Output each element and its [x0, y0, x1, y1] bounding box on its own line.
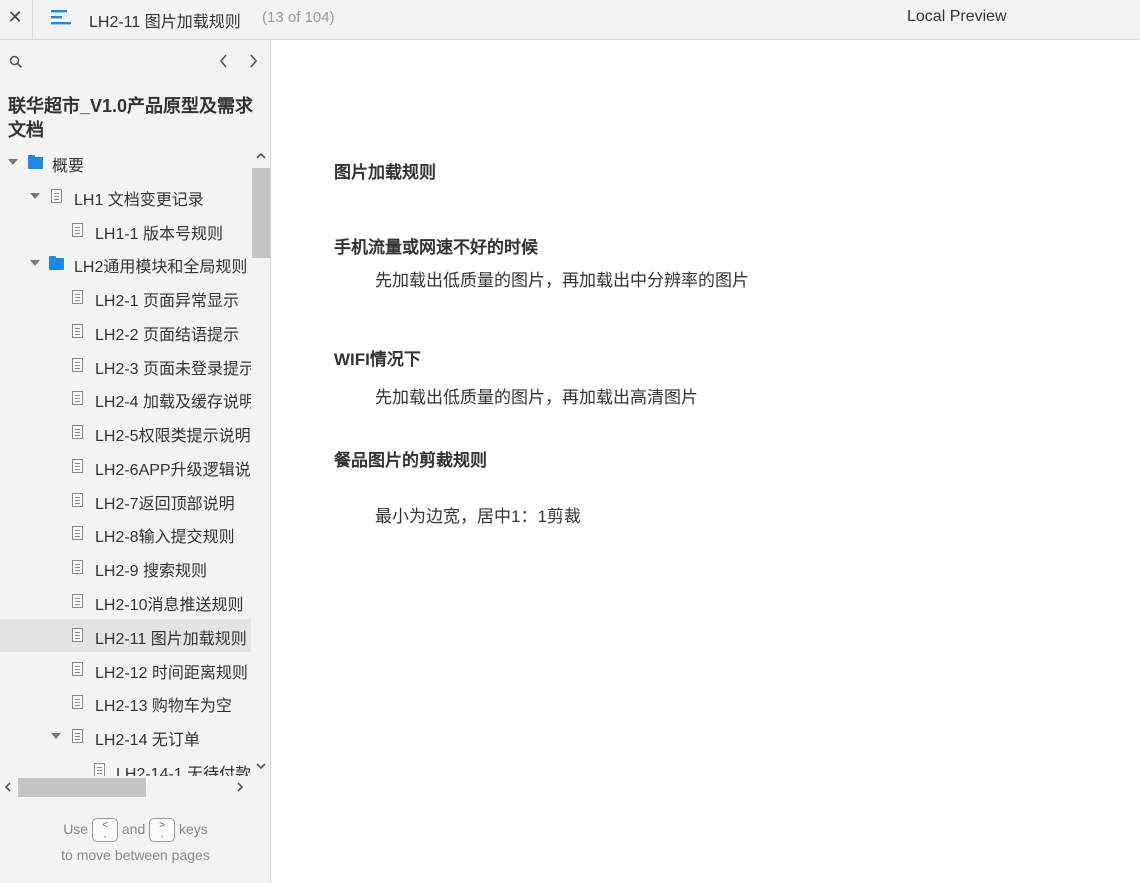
tree-item-lh1[interactable]: LH1 文档变更记录 — [0, 180, 251, 213]
tree-item-lh2-5[interactable]: LH2-5权限类提示说明 — [0, 416, 251, 449]
tree-item-label: LH2-2 页面结语提示 — [95, 327, 240, 344]
expand-arrow-icon[interactable] — [30, 260, 40, 266]
page-icon — [72, 391, 83, 405]
tree-item-label: 概要 — [52, 158, 85, 175]
section-text: 最小为边宽，居中1：1剪裁 — [375, 507, 581, 526]
tree-item-label: LH2-13 购物车为空 — [95, 698, 232, 715]
previous-page-icon[interactable] — [216, 52, 232, 70]
tree-item-label: LH1 文档变更记录 — [74, 192, 204, 209]
hint-keys-text: keys — [179, 821, 208, 837]
tree-item-label: LH2-1 页面异常显示 — [95, 293, 240, 310]
main-content: 图片加载规则 手机流量或网速不好的时候 先加载出低质量的图片，再加载出中分辨率的… — [272, 40, 1140, 883]
tree-item-label: LH2通用模块和全局规则 — [74, 259, 248, 276]
section-heading: 餐品图片的剪裁规则 — [334, 451, 487, 470]
page-icon — [72, 324, 83, 338]
page-icon — [72, 290, 83, 304]
tree-item-label: LH2-4 加载及缓存说明 — [95, 394, 251, 411]
tree-item-lh2-13[interactable]: LH2-13 购物车为空 — [0, 686, 251, 719]
tree-item-lh2-7[interactable]: LH2-7返回顶部说明 — [0, 484, 251, 517]
tree-item-lh2-4[interactable]: LH2-4 加载及缓存说明 — [0, 382, 251, 415]
page-icon — [72, 358, 83, 372]
tree-item-lh2-9[interactable]: LH2-9 搜索规则 — [0, 551, 251, 584]
tree-item-label: LH2-12 时间距离规则 — [95, 665, 248, 682]
tree-item-label: LH1-1 版本号规则 — [95, 226, 224, 243]
tree-item-lh2-12[interactable]: LH2-12 时间距离规则 — [0, 653, 251, 686]
content-title: 图片加载规则 — [334, 163, 436, 182]
tree-item-label: LH2-9 搜索规则 — [95, 563, 208, 580]
tree-item-label: LH2-8输入提交规则 — [95, 529, 235, 546]
page-icon — [72, 662, 83, 676]
tree-item-label: LH2-3 页面未登录提示 — [95, 361, 251, 378]
scroll-up-icon[interactable] — [255, 150, 267, 162]
tree-item-lh2-14-1[interactable]: LH2-14-1 无待付款 — [0, 754, 251, 776]
tree-item-lh2-6[interactable]: LH2-6APP升级逻辑说明 — [0, 450, 251, 483]
scroll-right-icon[interactable] — [234, 781, 246, 793]
next-key-icon: > . — [149, 818, 176, 843]
hint-and-text: and — [121, 821, 146, 837]
horizontal-scroll-thumb[interactable] — [18, 778, 146, 797]
page-icon — [72, 695, 83, 709]
tree-item-label: LH2-6APP升级逻辑说明 — [95, 462, 251, 479]
tree-item-label: LH2-10消息推送规则 — [95, 597, 244, 614]
tree-item-label: LH2-14-1 无待付款 — [116, 766, 251, 776]
section-text: 先加载出低质量的图片，再加载出中分辨率的图片 — [375, 271, 749, 290]
expand-arrow-icon[interactable] — [30, 193, 40, 199]
section-heading: WIFI情况下 — [334, 350, 421, 369]
tree-item-lh2-11-selected[interactable]: LH2-11 图片加载规则 — [0, 619, 251, 652]
page-title: LH2-11 图片加载规则 — [89, 14, 241, 31]
tree-item-label: LH2-5权限类提示说明 — [95, 428, 251, 445]
vertical-scroll-thumb[interactable] — [252, 168, 270, 258]
page-icon — [72, 560, 83, 574]
tree-item-label: LH2-7返回顶部说明 — [95, 496, 235, 513]
page-icon — [72, 628, 83, 642]
horizontal-scrollbar[interactable] — [0, 776, 251, 798]
page-icon — [72, 526, 83, 540]
page-icon — [72, 459, 83, 473]
tree-item-lh2-3[interactable]: LH2-3 页面未登录提示 — [0, 349, 251, 382]
folder-icon — [28, 155, 43, 169]
page-count: (13 of 104) — [262, 9, 335, 26]
tree-item-lh1-1[interactable]: LH1-1 版本号规则 — [0, 214, 251, 247]
menu-icon[interactable] — [50, 7, 72, 29]
tree-item-lh2-10[interactable]: LH2-10消息推送规则 — [0, 585, 251, 618]
expand-arrow-icon[interactable] — [8, 159, 18, 165]
search-icon[interactable] — [9, 55, 23, 69]
tree-folder-lh2[interactable]: LH2通用模块和全局规则 — [0, 247, 251, 280]
scroll-left-icon[interactable] — [2, 781, 14, 793]
page-icon — [72, 493, 83, 507]
local-preview-label: Local Preview — [907, 8, 1007, 25]
page-icon — [51, 189, 62, 203]
next-page-icon[interactable] — [245, 52, 261, 70]
page-icon — [72, 223, 83, 237]
hint-use-text: Use — [63, 821, 89, 837]
prev-key-icon: < , — [91, 818, 118, 843]
project-title: 联华超市_V1.0产品原型及需求文档 — [8, 96, 254, 140]
divider — [32, 0, 33, 40]
vertical-scrollbar[interactable] — [251, 146, 270, 776]
folder-icon — [49, 256, 64, 270]
tree-item-lh2-2[interactable]: LH2-2 页面结语提示 — [0, 315, 251, 348]
tree-item-lh2-1[interactable]: LH2-1 页面异常显示 — [0, 281, 251, 314]
page-tree: 概要 LH1 文档变更记录 LH1-1 版本号规则 LH2通用模块和全局规则 L… — [0, 146, 251, 776]
sidebar: 联华超市_V1.0产品原型及需求文档 概要 LH1 文档变更记录 LH1-1 版… — [0, 40, 271, 883]
tree-item-lh2-14[interactable]: LH2-14 无订单 — [0, 720, 251, 753]
keyboard-hint: Use < , and > . keys to move between pag… — [0, 816, 270, 868]
section-heading: 手机流量或网速不好的时候 — [334, 238, 538, 257]
hint-line-2: to move between pages — [61, 847, 210, 864]
page-icon — [72, 425, 83, 439]
tree-item-label: LH2-14 无订单 — [95, 732, 200, 749]
top-bar: ✕ LH2-11 图片加载规则 (13 of 104) Local Previe… — [0, 0, 1140, 40]
tree-item-label: LH2-11 图片加载规则 — [95, 631, 247, 648]
page-icon — [72, 729, 83, 743]
page-icon — [72, 594, 83, 608]
scroll-down-icon[interactable] — [255, 760, 267, 772]
expand-arrow-icon[interactable] — [51, 733, 61, 739]
close-button[interactable]: ✕ — [0, 0, 30, 34]
page-icon — [94, 763, 105, 776]
section-text: 先加载出低质量的图片，再加载出高清图片 — [375, 388, 698, 407]
tree-item-lh2-8[interactable]: LH2-8输入提交规则 — [0, 517, 251, 550]
tree-folder-overview[interactable]: 概要 — [0, 146, 251, 179]
